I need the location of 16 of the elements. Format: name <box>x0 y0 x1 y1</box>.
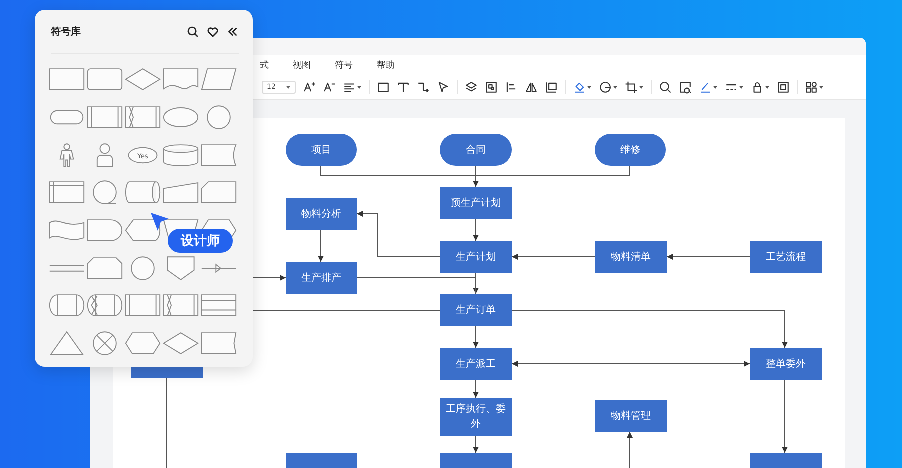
process-node: 整单委外 <box>750 348 822 380</box>
panel-title: 符号库 <box>51 25 82 38</box>
user-cursor-tooltip: 设计师 <box>168 229 233 253</box>
process-node: 生产订单 <box>440 294 512 326</box>
terminal-node: 合同 <box>440 134 512 166</box>
process-node: 生产排产 <box>286 262 357 294</box>
terminal-node: 项目 <box>286 134 357 166</box>
process-node: 生产派工 <box>440 348 512 380</box>
process-node: 物料分析 <box>286 198 357 230</box>
process-node: 物料管理 <box>595 400 667 432</box>
process-node: 生产计划 <box>440 241 512 273</box>
terminal-node: 维修 <box>595 134 666 166</box>
process-node: 工序执行、委外 <box>440 398 512 436</box>
process-node: 预生产计划 <box>440 187 512 219</box>
process-node: 物料清单 <box>595 241 667 273</box>
process-node: 工艺流程 <box>750 241 822 273</box>
